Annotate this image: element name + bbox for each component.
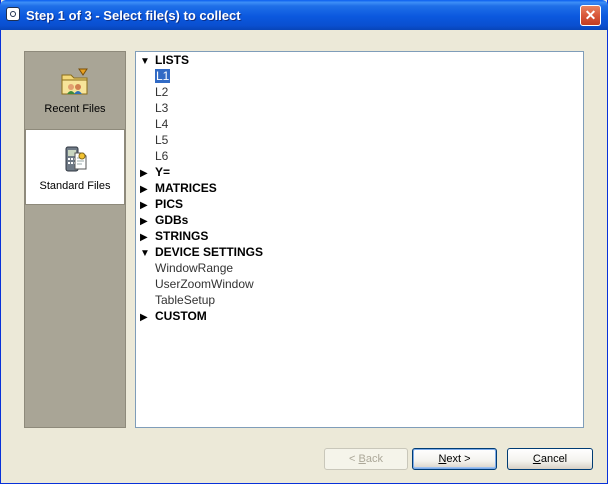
close-icon: ✕ — [584, 7, 597, 23]
tree-item-l1[interactable]: L1 — [155, 68, 171, 84]
close-button[interactable]: ✕ — [580, 5, 601, 26]
tree-item-table-setup[interactable]: TableSetup — [155, 292, 215, 308]
tree-category-gdbs[interactable]: ▶ GDBs — [140, 212, 188, 228]
tree-item-l3[interactable]: L3 — [155, 100, 168, 116]
tree-item-l2[interactable]: L2 — [155, 84, 168, 100]
expanded-triangle-icon[interactable]: ▼ — [140, 246, 155, 262]
title-bar[interactable]: Step 1 of 3 - Select file(s) to collect … — [0, 0, 608, 30]
tree-item-l4[interactable]: L4 — [155, 116, 168, 132]
tree-item-l6[interactable]: L6 — [155, 148, 168, 164]
standard-files-icon — [65, 146, 87, 172]
cancel-button[interactable]: Cancel — [507, 448, 593, 470]
tree-category-y-equals[interactable]: ▶ Y= — [140, 164, 170, 180]
tree-category-lists[interactable]: ▼ LISTS — [140, 52, 189, 68]
collapsed-triangle-icon[interactable]: ▶ — [140, 310, 155, 326]
sidebar-item-label: Standard Files — [39, 180, 111, 192]
tree-category-custom[interactable]: ▶ CUSTOM — [140, 308, 207, 324]
tree-category-pics[interactable]: ▶ PICS — [140, 196, 183, 212]
tree-category-strings[interactable]: ▶ STRINGS — [140, 228, 208, 244]
sidebar-item-recent-files[interactable]: Recent Files — [25, 53, 125, 129]
expanded-triangle-icon[interactable]: ▼ — [140, 54, 155, 70]
sidebar-item-standard-files[interactable]: Standard Files — [25, 129, 125, 205]
app-icon — [6, 7, 20, 21]
tree-item-l5[interactable]: L5 — [155, 132, 168, 148]
sidebar-item-label: Recent Files — [44, 103, 106, 115]
tree-item-window-range[interactable]: WindowRange — [155, 260, 233, 276]
recent-files-icon — [61, 68, 88, 95]
tree-category-matrices[interactable]: ▶ MATRICES — [140, 180, 217, 196]
sidebar: Recent Files Standard Files — [24, 51, 126, 428]
tree-category-device-settings[interactable]: ▼ DEVICE SETTINGS — [140, 244, 263, 260]
file-tree[interactable]: ▼ LISTS L1 L2 L3 L4 L5 L6 ▶ Y= ▶ MATRICES ▶… — [135, 51, 584, 428]
next-button[interactable]: Next > — [412, 448, 497, 470]
tree-item-user-zoom-window[interactable]: UserZoomWindow — [155, 276, 254, 292]
back-button[interactable]: < Back — [324, 448, 408, 470]
window-title: Step 1 of 3 - Select file(s) to collect — [26, 8, 241, 23]
